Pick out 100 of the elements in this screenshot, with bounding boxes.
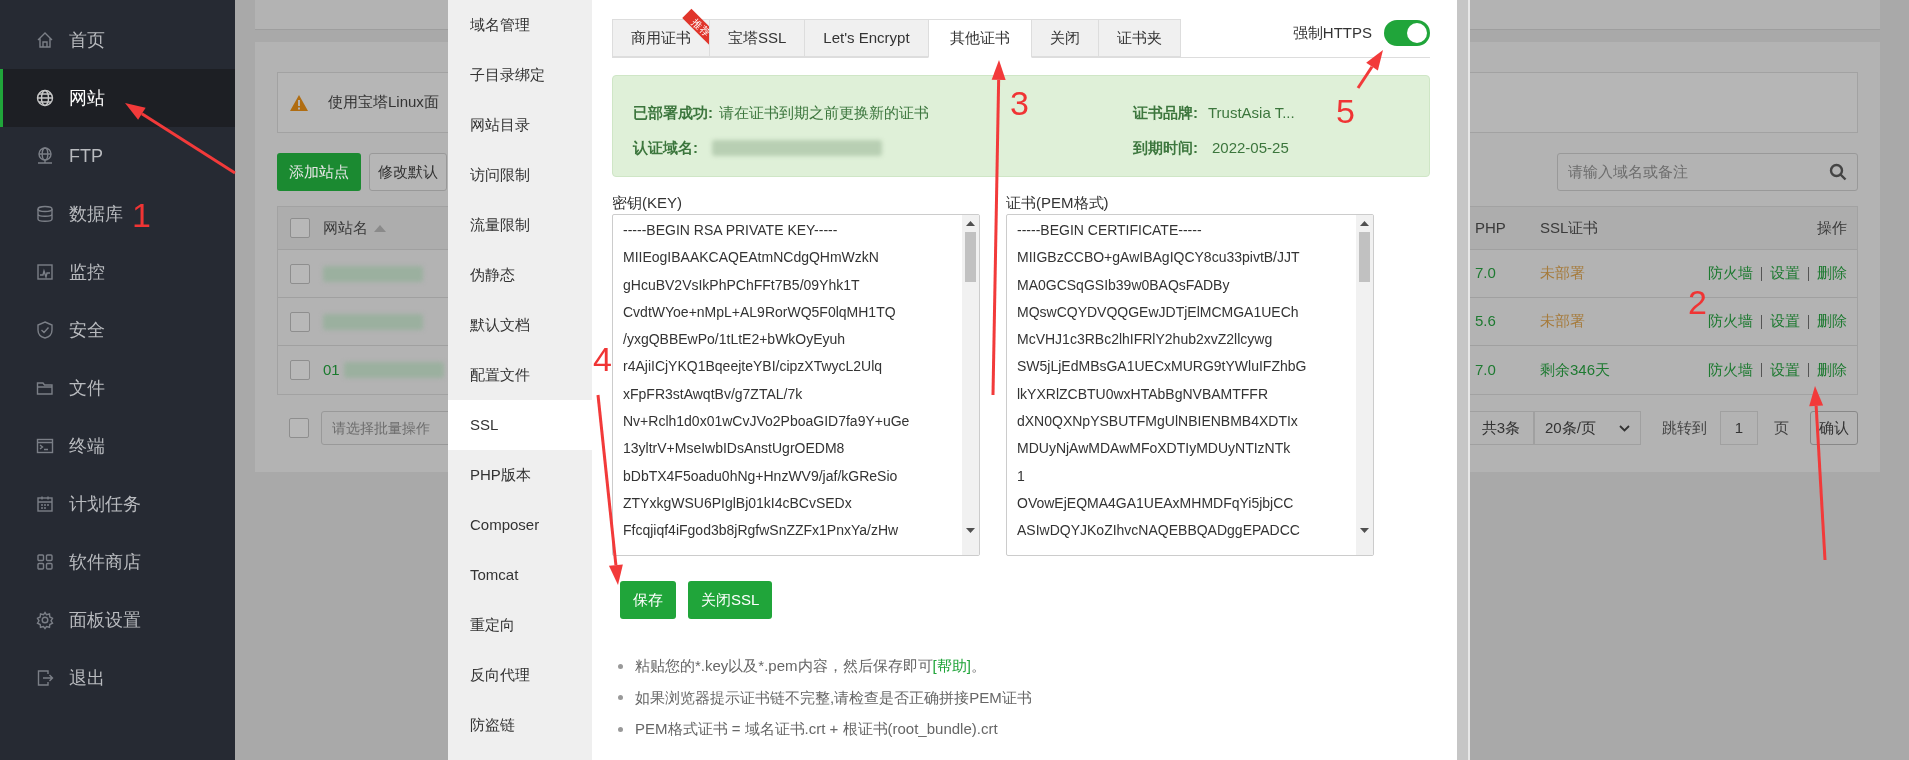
- calendar-icon: [35, 494, 55, 514]
- sidebar-item[interactable]: 计划任务: [35, 475, 141, 533]
- checkbox[interactable]: [290, 360, 310, 380]
- menu-item[interactable]: Composer: [448, 500, 592, 550]
- note-text: PEM格式证书 = 域名证书.crt + 根证书(root_bundle).crt: [635, 719, 998, 739]
- checkbox[interactable]: [290, 263, 310, 284]
- field-label: 证书(PEM格式): [1006, 193, 1110, 213]
- menu-item[interactable]: PHP版本: [448, 450, 592, 500]
- tab[interactable]: 其他证书: [927, 19, 1032, 58]
- status-label: 证书品牌:: [1133, 103, 1198, 123]
- column-header: 操作: [1816, 217, 1847, 238]
- scroll-down-icon[interactable]: [1360, 528, 1369, 533]
- sidebar-item[interactable]: 网站: [0, 69, 235, 127]
- tab[interactable]: 关闭: [1030, 19, 1099, 57]
- shield-icon: [35, 320, 55, 340]
- sidebar-item[interactable]: 数据库: [35, 185, 123, 243]
- globe-icon: [35, 88, 55, 108]
- sort-icon[interactable]: [374, 224, 386, 232]
- database-icon: [35, 204, 55, 224]
- tab[interactable]: 宝塔SSL: [709, 19, 806, 57]
- logout-icon: [35, 668, 55, 688]
- annotation-number: 2: [1688, 283, 1707, 321]
- field-label: 密钥(KEY): [612, 193, 683, 213]
- page-unit: 页: [1774, 417, 1789, 438]
- globe-icon: [35, 146, 55, 166]
- toggle-switch[interactable]: [1384, 20, 1430, 46]
- force-https-label: 强制HTTPS: [1292, 22, 1372, 43]
- scrollbar[interactable]: [1356, 215, 1373, 555]
- column-header: PHP: [1475, 217, 1507, 238]
- notice-text: 使用宝塔Linux面: [328, 92, 439, 113]
- sidebar-item[interactable]: 面板设置: [35, 591, 141, 649]
- status-text: 请在证书到期之前更换新的证书: [719, 103, 929, 123]
- annotation-number: 5: [1336, 92, 1355, 130]
- checkbox[interactable]: [289, 418, 309, 438]
- settings-icon: [35, 610, 55, 630]
- key-field[interactable]: -----BEGIN RSA PRIVATE KEY----- MIIEogIBAAKCAQEAtmNCdgQHmWzkN gHcuBV2VsIkPhPChFFt7B5/09Yhk1T CvdtWYoe+nMpL+AL9RorWQ5F0lqMH1TQ /yxgQBBEwPo/1tLtE2+bWkOyEyuh r4AjiICjYKQ1BqeejteYBI/cipzXTwycL2Ulq xFpFR3stAwqtBv/g7ZTAL/7k Nv+Rclh1d0x01wCvJVo2PboaGID7fa9Y+uGe 13yltrV+MseIwbIDsAnstUgrOEDM8 bDbTX4F5oadu0hNg+HnzWV9/jaf/kGReSio ZTYxkgWSU6PIglBj01kI4cBCvSEDx Ffcqjiqf4iFgod3b8jRgfwSnZZFx1PnxYa/zHw: [612, 214, 980, 556]
- sidebar-item[interactable]: 首页: [35, 11, 105, 69]
- annotation-number: 3: [1010, 84, 1029, 122]
- menu-item[interactable]: 默认文档: [448, 300, 592, 350]
- sidebar-item[interactable]: 文件: [35, 359, 105, 417]
- sidebar-item[interactable]: FTP: [35, 127, 103, 185]
- status-label: 已部署成功:: [633, 103, 713, 123]
- menu-item[interactable]: 防盗链: [448, 700, 592, 750]
- note-text: 如果浏览器提示证书链不完整,请检查是否正确拼接PEM证书: [635, 687, 1032, 708]
- menu-item[interactable]: 伪静态: [448, 250, 592, 300]
- bullet-icon: [618, 726, 623, 732]
- column-header: SSL证书: [1540, 217, 1600, 238]
- menu-item[interactable]: SSL: [448, 400, 592, 450]
- php-version: 5.6: [1475, 311, 1497, 332]
- bullet-icon: [618, 663, 623, 669]
- annotation-arrow: [1356, 50, 1383, 89]
- scrollbar-thumb[interactable]: [965, 232, 976, 282]
- page-size-select[interactable]: 20条/页: [1534, 411, 1641, 445]
- menu-item[interactable]: 流量限制: [448, 200, 592, 250]
- scrollbar[interactable]: [962, 215, 979, 555]
- edit-default-button[interactable]: 修改默认: [369, 153, 447, 191]
- grid-icon: [35, 552, 55, 572]
- checkbox[interactable]: [290, 218, 310, 238]
- scrollbar-thumb[interactable]: [1359, 232, 1370, 282]
- sidebar-item[interactable]: 退出: [35, 649, 105, 707]
- status-value: 2022-05-25: [1212, 137, 1289, 158]
- php-version: 7.0: [1475, 263, 1497, 284]
- tab[interactable]: 证书夹: [1097, 19, 1181, 57]
- annotation-number: 1: [132, 196, 151, 234]
- menu-item[interactable]: 反向代理: [448, 650, 592, 700]
- search-icon[interactable]: [1829, 163, 1847, 181]
- page-input[interactable]: 1: [1720, 411, 1758, 445]
- sidebar-item[interactable]: 安全: [35, 301, 105, 359]
- menu-item[interactable]: 配置文件: [448, 350, 592, 400]
- menu-item[interactable]: 网站目录: [448, 100, 592, 150]
- menu-item[interactable]: Tomcat: [448, 550, 592, 600]
- column-header[interactable]: 网站名: [323, 216, 368, 240]
- checkbox[interactable]: [290, 311, 310, 332]
- tab[interactable]: Let's Encrypt: [804, 19, 929, 57]
- scroll-up-icon[interactable]: [1360, 221, 1369, 226]
- ssl-status: 未部署: [1540, 311, 1586, 332]
- monitor-icon: [35, 262, 55, 282]
- php-version: 7.0: [1475, 359, 1497, 380]
- menu-item[interactable]: 访问限制: [448, 150, 592, 200]
- ssl-status: 未部署: [1540, 263, 1586, 284]
- certificate-field[interactable]: -----BEGIN CERTIFICATE----- MIIGBzCCBO+gAwIBAgIQCY8cu33pivtB/JJT MA0GCSqGSIb39w0BAQsFADBy MQswCQYDVQQGEwJDTjElMCMGA1UECh McVHJ1c3RBc2lhIFRlY2hub2xvZ2llcywg SW5jLjEdMBsGA1UECxMURG9tYWluIFZhbG lkYXRlZCBTU0wxHTAbBgNVBAMTFFR dXN0QXNpYSBUTFMgUlNBIENBMB4XDTIx MDUyNjAwMDAwMFoXDTIyMDUyNTIzNTk 1 OVowEjEQMA4GA1UEAxMHMDFqYi5jbjCC ASIwDQYJKoZIhvcNAQEBBQADggEPADCC: [1006, 214, 1374, 556]
- add-site-button[interactable]: 添加站点: [277, 153, 361, 191]
- terminal-icon: [35, 436, 55, 456]
- menu-item[interactable]: 域名管理: [448, 0, 592, 50]
- confirm-button[interactable]: 确认: [1810, 411, 1858, 445]
- menu-item[interactable]: 重定向: [448, 600, 592, 650]
- status-label: 到期时间:: [1133, 137, 1198, 158]
- sidebar-item[interactable]: 监控: [35, 243, 105, 301]
- ssl-status: 剩余346天: [1540, 359, 1612, 380]
- sidebar-item[interactable]: 软件商店: [35, 533, 141, 591]
- scroll-down-icon[interactable]: [966, 528, 975, 533]
- chevron-down-icon: [1619, 424, 1630, 432]
- sidebar-item[interactable]: 终端: [35, 417, 105, 475]
- menu-item[interactable]: 子目录绑定: [448, 50, 592, 100]
- scroll-up-icon[interactable]: [966, 221, 975, 226]
- warning-icon: [290, 94, 308, 111]
- bullet-icon: [618, 695, 623, 701]
- status-value: TrustAsia T...: [1208, 103, 1295, 123]
- home-icon: [35, 30, 55, 50]
- jump-label: 跳转到: [1662, 417, 1707, 438]
